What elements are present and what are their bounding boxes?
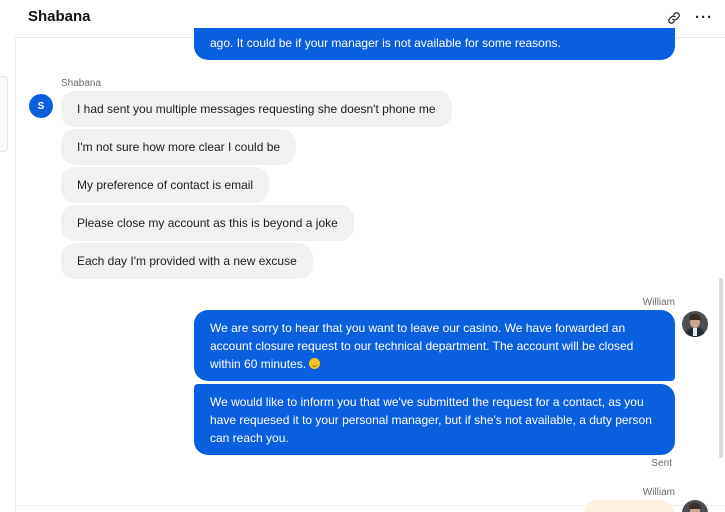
more-horizontal-icon[interactable]: ···	[694, 8, 714, 28]
customer-message: I'm not sure how more clear I could be	[61, 129, 297, 165]
agent-name: William	[642, 487, 675, 498]
agent-message: We would like to inform you that we've s…	[194, 384, 675, 455]
customer-message: Each day I'm provided with a new excuse	[61, 243, 313, 279]
avatar-hair	[689, 314, 701, 320]
link-icon[interactable]	[664, 8, 684, 28]
avatar-hair	[689, 503, 701, 509]
agent-avatar[interactable]	[682, 500, 708, 512]
scrollbar[interactable]	[719, 278, 723, 458]
agent-name: William	[642, 297, 675, 308]
chat-title: Shabana	[28, 8, 91, 25]
customer-avatar[interactable]: S	[29, 94, 53, 118]
agent-avatar[interactable]	[682, 311, 708, 337]
customer-name: Shabana	[61, 78, 102, 89]
customer-message: My preference of contact is email	[61, 167, 270, 203]
smile-emoji-icon	[309, 358, 321, 369]
customer-message: I had sent you multiple messages request…	[61, 91, 452, 127]
message-status: Sent	[651, 458, 672, 469]
agent-message-partial: ago. It could be if your manager is not …	[194, 28, 675, 60]
agent-message: We are sorry to hear that you want to le…	[194, 310, 675, 381]
agent-message-text: We are sorry to hear that you want to le…	[210, 321, 634, 371]
side-panel-tab[interactable]	[0, 76, 8, 152]
agent-message-peek	[584, 500, 674, 512]
avatar-shirt	[693, 328, 697, 336]
panel-divider	[15, 38, 16, 512]
customer-message: Please close my account as this is beyon…	[61, 205, 354, 241]
